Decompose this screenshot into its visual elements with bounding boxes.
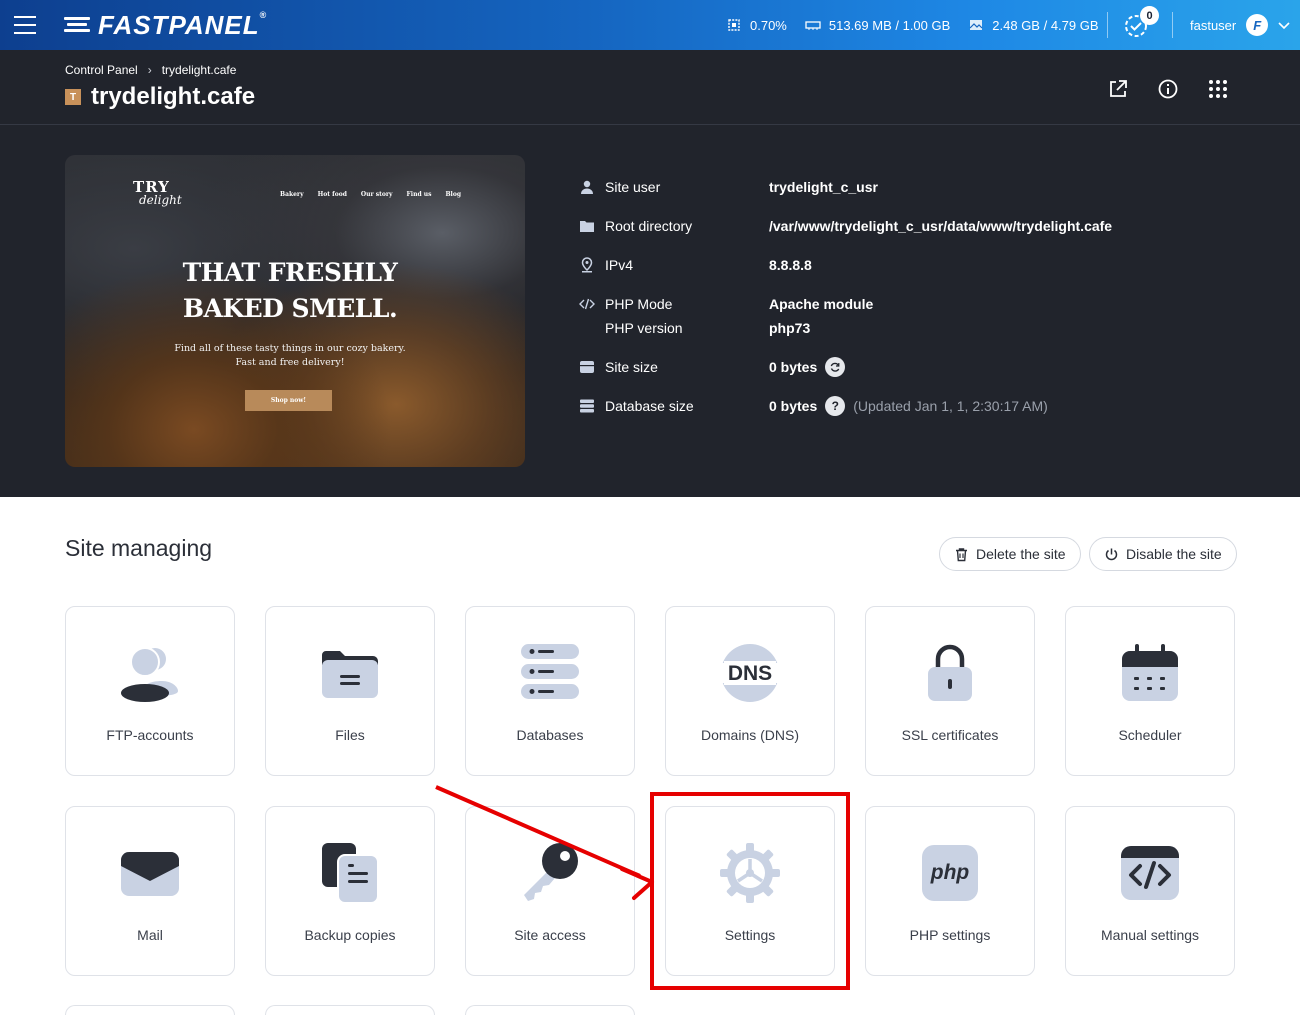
brand-name: FASTPANEL® — [98, 9, 268, 40]
folder-icon — [580, 221, 594, 232]
tile-domains-dns[interactable]: DNS Domains (DNS) — [665, 606, 835, 776]
chevron-down-icon — [1278, 22, 1290, 30]
site-size-value: 0 bytes — [769, 357, 846, 377]
trash-icon — [956, 547, 967, 561]
avatar: F — [1246, 14, 1269, 36]
preview-headline: THAT FRESHLY BAKED SMELL. — [182, 258, 398, 323]
code-icon — [1121, 846, 1179, 900]
lock-icon — [928, 644, 972, 701]
user-menu[interactable]: fastuser F — [1190, 0, 1290, 50]
divider — [1172, 12, 1173, 38]
server-stats: 0.70% 513.69 MB / 1.00 GB 2.48 GB / 4.79… — [726, 0, 1099, 50]
tile-mail[interactable]: Mail — [65, 806, 235, 976]
site-info-panel: TRY delight Bakery Hot food Our story Find … — [0, 125, 1300, 497]
folder-icon — [322, 651, 378, 698]
dns-icon: DNS — [718, 644, 782, 702]
help-icon[interactable]: ? — [825, 396, 846, 416]
site-user-row: Site user trydelight_c_usr — [578, 175, 1198, 199]
database-icon — [580, 399, 594, 413]
ram-value: 513.69 MB / 1.00 GB — [828, 17, 951, 33]
tile-partial[interactable] — [65, 1005, 235, 1015]
ram-icon — [805, 21, 821, 30]
disk-icon — [969, 20, 983, 30]
tile-manual-settings[interactable]: Manual settings — [1065, 806, 1235, 976]
breadcrumb-separator: › — [147, 63, 152, 77]
info-icon[interactable] — [1157, 78, 1179, 100]
breadcrumb-control-panel[interactable]: Control Panel — [65, 63, 138, 77]
divider — [1107, 12, 1108, 38]
user-icon — [581, 180, 593, 194]
tile-partial[interactable] — [465, 1005, 635, 1015]
disk-stat: 2.48 GB / 4.79 GB — [968, 17, 1099, 33]
preview-logo: TRY delight — [133, 178, 182, 207]
backup-icon — [322, 843, 379, 904]
tile-backup-copies[interactable]: Backup copies — [265, 806, 435, 976]
site-favicon: T — [65, 89, 81, 105]
php-icon: php — [922, 845, 978, 901]
tile-ftp-accounts[interactable]: FTP-accounts — [65, 606, 235, 776]
tile-partial[interactable] — [265, 1005, 435, 1015]
preview-nav: Bakery Hot food Our story Find us Blog — [280, 191, 462, 198]
ipv4-value: 8.8.8.8 — [769, 257, 812, 273]
disk-value: 2.48 GB / 4.79 GB — [992, 17, 1099, 33]
database-icon — [521, 644, 579, 699]
ipv4-row: IPv4 8.8.8.8 — [578, 253, 1198, 277]
key-icon — [524, 843, 578, 901]
mail-icon — [121, 852, 179, 896]
site-preview[interactable]: TRY delight Bakery Hot food Our story Find … — [65, 155, 525, 467]
php-version-row: PHP version php73 — [605, 320, 811, 336]
username: fastuser — [1190, 17, 1237, 33]
cpu-icon — [728, 19, 740, 31]
site-size-row: Site size 0 bytes — [578, 355, 1198, 379]
tile-site-access[interactable]: Site access — [465, 806, 635, 976]
breadcrumb-current: trydelight.cafe — [161, 63, 237, 77]
highlight-box — [650, 792, 850, 990]
location-pin-icon — [581, 257, 593, 273]
page-header: Control Panel › trydelight.cafe T trydel… — [0, 50, 1300, 125]
users-icon — [121, 647, 178, 702]
section-title: Site managing — [65, 535, 213, 561]
tasks-badge: 0 — [1140, 6, 1159, 25]
tile-php-settings[interactable]: php PHP settings — [865, 806, 1035, 976]
refresh-icon[interactable] — [825, 357, 846, 377]
breadcrumb: Control Panel › trydelight.cafe — [65, 63, 236, 77]
tile-databases[interactable]: Databases — [465, 606, 635, 776]
cpu-stat: 0.70% — [726, 17, 787, 33]
preview-subtitle: Find all of these tasty things in our co… — [174, 343, 406, 368]
page-title: T trydelight.cafe — [65, 83, 255, 111]
root-directory-row: Root directory /var/www/trydelight_c_usr… — [578, 214, 1198, 238]
tile-ssl-certificates[interactable]: SSL certificates — [865, 606, 1035, 776]
database-size-row: Database size 0 bytes ? (Updated Jan 1, … — [578, 394, 1198, 418]
preview-shop-button: Shop now! — [245, 390, 332, 411]
svg-text:DNS: DNS — [728, 662, 772, 685]
database-size-value: 0 bytes ? (Updated Jan 1, 1, 2:30:17 AM) — [769, 396, 1048, 416]
storage-icon — [580, 361, 594, 373]
external-link-icon[interactable] — [1107, 78, 1129, 100]
php-mode-row: PHP Mode Apache module — [578, 292, 1198, 316]
svg-text:php: php — [930, 861, 970, 884]
cpu-value: 0.70% — [750, 17, 787, 33]
code-icon — [579, 298, 595, 310]
php-version-value: php73 — [769, 320, 811, 336]
root-directory-value: /var/www/trydelight_c_usr/data/www/tryde… — [769, 218, 1113, 234]
menu-icon[interactable] — [0, 0, 50, 50]
top-bar: FASTPANEL® 0.70% 513.69 MB / 1.00 GB 2.4… — [0, 0, 1300, 50]
fastpanel-logo[interactable]: FASTPANEL® — [64, 10, 267, 41]
power-icon — [1105, 548, 1118, 560]
site-title-text: trydelight.cafe — [91, 83, 256, 110]
tile-scheduler[interactable]: Scheduler — [1065, 606, 1235, 776]
logo-mark-icon — [64, 15, 92, 35]
disable-site-button[interactable]: Disable the site — [1089, 537, 1237, 571]
site-user-value: trydelight_c_usr — [769, 179, 878, 195]
apps-grid-icon[interactable] — [1207, 78, 1229, 100]
calendar-icon — [1122, 644, 1178, 701]
tile-files[interactable]: Files — [265, 606, 435, 776]
delete-site-button[interactable]: Delete the site — [939, 537, 1081, 571]
php-mode-value: Apache module — [769, 296, 874, 312]
ram-stat: 513.69 MB / 1.00 GB — [805, 17, 950, 33]
database-updated-text: (Updated Jan 1, 1, 2:30:17 AM) — [853, 398, 1048, 414]
